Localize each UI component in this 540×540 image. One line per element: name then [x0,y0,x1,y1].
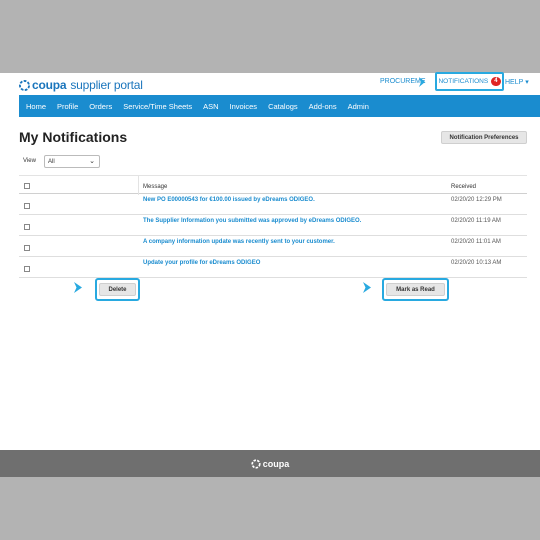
select-all-checkbox[interactable] [24,183,30,189]
top-margin-band [0,0,540,73]
nav-item-add-ons[interactable]: Add-ons [309,102,337,111]
nav-item-orders[interactable]: Orders [89,102,112,111]
coupa-logo-icon [251,458,261,469]
nav-item-asn[interactable]: ASN [203,102,218,111]
view-filter-label: View [23,158,36,164]
nav-item-profile[interactable]: Profile [57,102,78,111]
mark-as-read-callout: Mark as Read [382,278,449,301]
notification-message-link[interactable]: New PO E00000543 for €100.00 issued by e… [143,197,315,203]
delete-callout: Delete [95,278,140,301]
chevron-down-icon: ⌄ [89,158,95,165]
view-filter-select[interactable]: All ⌄ [44,155,100,168]
coupa-logo[interactable]: coupa supplier portal [19,78,143,92]
notification-message-link[interactable]: A company information update was recentl… [143,239,335,245]
nav-item-admin[interactable]: Admin [348,102,369,111]
pointer-arrow-icon [363,282,371,293]
notification-preferences-button[interactable]: Notification Preferences [441,131,527,144]
table-header-row: Message Received [19,175,527,195]
logo-product-text: supplier portal [70,78,143,92]
mark-as-read-button[interactable]: Mark as Read [386,283,445,296]
page-footer: coupa [0,450,540,477]
notification-received-time: 02/20/20 10:13 AM [451,260,502,266]
table-row: Update your profile for eDreams ODIGEO 0… [19,257,527,278]
view-filter-value: All [48,158,55,165]
notification-received-time: 02/20/20 11:19 AM [451,218,501,224]
notification-message-link[interactable]: Update your profile for eDreams ODIGEO [143,260,260,266]
nav-item-home[interactable]: Home [26,102,46,111]
coupa-logo-icon [19,79,30,91]
row-checkbox[interactable] [24,266,30,272]
notifications-label: NOTIFICATIONS [438,78,489,85]
column-header-message: Message [143,184,168,190]
notification-message-link[interactable]: The Supplier Information you submitted w… [143,218,361,224]
nav-item-catalogs[interactable]: Catalogs [268,102,298,111]
row-checkbox[interactable] [24,224,30,230]
main-nav-bar: Home Profile Orders Service/Time Sheets … [19,95,540,117]
pointer-arrow-icon [419,77,425,87]
row-checkbox[interactable] [24,203,30,209]
table-row: The Supplier Information you submitted w… [19,215,527,236]
pointer-arrow-icon [74,282,82,293]
table-row: A company information update was recentl… [19,236,527,257]
delete-button[interactable]: Delete [99,283,136,296]
notifications-link[interactable]: NOTIFICATIONS 4 [435,72,504,91]
supplier-portal-page: coupa supplier portal PROCUREME NOTIFICA… [0,72,540,450]
help-menu-label: HELP [505,78,524,86]
notification-received-time: 02/20/20 12:29 PM [451,197,502,203]
nav-item-invoices[interactable]: Invoices [230,102,258,111]
bottom-margin-band [0,477,540,540]
nav-item-service-time-sheets[interactable]: Service/Time Sheets [123,102,192,111]
column-header-received: Received [451,184,477,190]
logo-brand-text: coupa [32,78,67,92]
row-checkbox[interactable] [24,245,30,251]
column-divider [138,176,139,195]
page-title: My Notifications [19,129,128,145]
table-row: New PO E00000543 for €100.00 issued by e… [19,194,527,215]
notifications-count-badge: 4 [491,77,501,86]
chevron-down-icon: ▾ [525,79,529,86]
notification-received-time: 02/20/20 11:01 AM [451,239,501,245]
notifications-table: Message Received New PO E00000543 for €1… [19,175,527,278]
help-menu[interactable]: HELP ▾ [505,78,529,87]
footer-brand: coupa [262,458,290,469]
